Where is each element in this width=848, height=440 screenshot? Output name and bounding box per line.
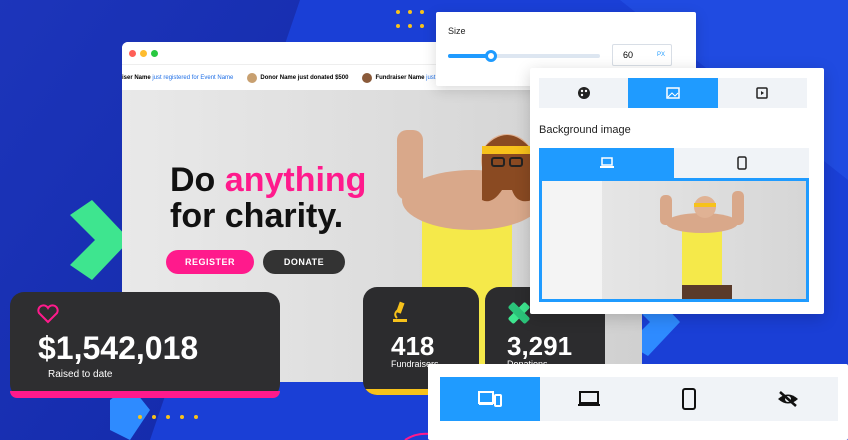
device-responsive[interactable] xyxy=(440,377,540,421)
device-mobile[interactable] xyxy=(639,377,739,421)
device-tabs xyxy=(539,148,809,178)
minimize-dot[interactable] xyxy=(140,49,147,57)
background-image-preview[interactable] xyxy=(539,178,809,302)
tab-image[interactable] xyxy=(628,78,718,108)
microscope-icon xyxy=(393,301,407,322)
preview-photo xyxy=(542,181,744,299)
size-slider[interactable] xyxy=(448,50,600,62)
laptop-icon xyxy=(599,157,614,168)
responsive-icon xyxy=(477,391,502,407)
bandage-icon xyxy=(508,302,530,324)
tab-desktop[interactable] xyxy=(539,148,674,178)
device-visibility-panel xyxy=(428,364,848,440)
ticker-item: iser Name just registered for Event Name xyxy=(122,74,234,81)
close-dot[interactable] xyxy=(129,49,136,57)
tab-mobile[interactable] xyxy=(674,148,809,178)
image-icon xyxy=(666,87,680,99)
size-value: 60 xyxy=(623,50,634,60)
size-value-field[interactable]: 60 PX xyxy=(612,44,672,66)
donations-count: 3,291 xyxy=(507,331,573,361)
tab-color[interactable] xyxy=(539,78,628,108)
maximize-dot[interactable] xyxy=(151,49,158,57)
hidden-icon xyxy=(778,391,799,407)
avatar xyxy=(247,72,258,83)
desktop-icon xyxy=(578,391,601,406)
avatar xyxy=(362,72,373,83)
video-icon xyxy=(756,87,769,99)
donate-button[interactable]: DONATE xyxy=(263,250,345,274)
raised-card: $1,542,018 Raised to date xyxy=(10,292,280,398)
raised-accent-bar xyxy=(10,391,280,398)
tab-video[interactable] xyxy=(718,78,807,108)
slider-handle[interactable] xyxy=(484,50,497,62)
mobile-icon xyxy=(681,388,696,410)
phone-icon xyxy=(736,156,747,170)
register-button[interactable]: REGISTER xyxy=(166,250,254,274)
device-hidden[interactable] xyxy=(739,377,839,421)
heart-icon xyxy=(37,304,59,324)
media-type-tabs xyxy=(539,78,807,108)
ticker-item: Donor Name just donated $500 xyxy=(260,74,349,81)
background-image-label: Background image xyxy=(539,124,631,136)
background-panel: Background image xyxy=(530,68,824,314)
device-options xyxy=(440,377,838,421)
fundraisers-count: 418 xyxy=(391,331,435,361)
palette-icon xyxy=(577,87,590,99)
device-desktop[interactable] xyxy=(540,377,640,421)
raised-amount: $1,542,018 xyxy=(38,330,199,366)
hero-headline: Do anything for charity. xyxy=(170,162,366,234)
headline-line2: for charity. xyxy=(170,197,344,235)
size-unit: PX xyxy=(656,52,665,58)
size-title: Size xyxy=(448,26,466,36)
headline-line1: Do anything xyxy=(170,161,367,199)
raised-label: Raised to date xyxy=(48,369,113,380)
